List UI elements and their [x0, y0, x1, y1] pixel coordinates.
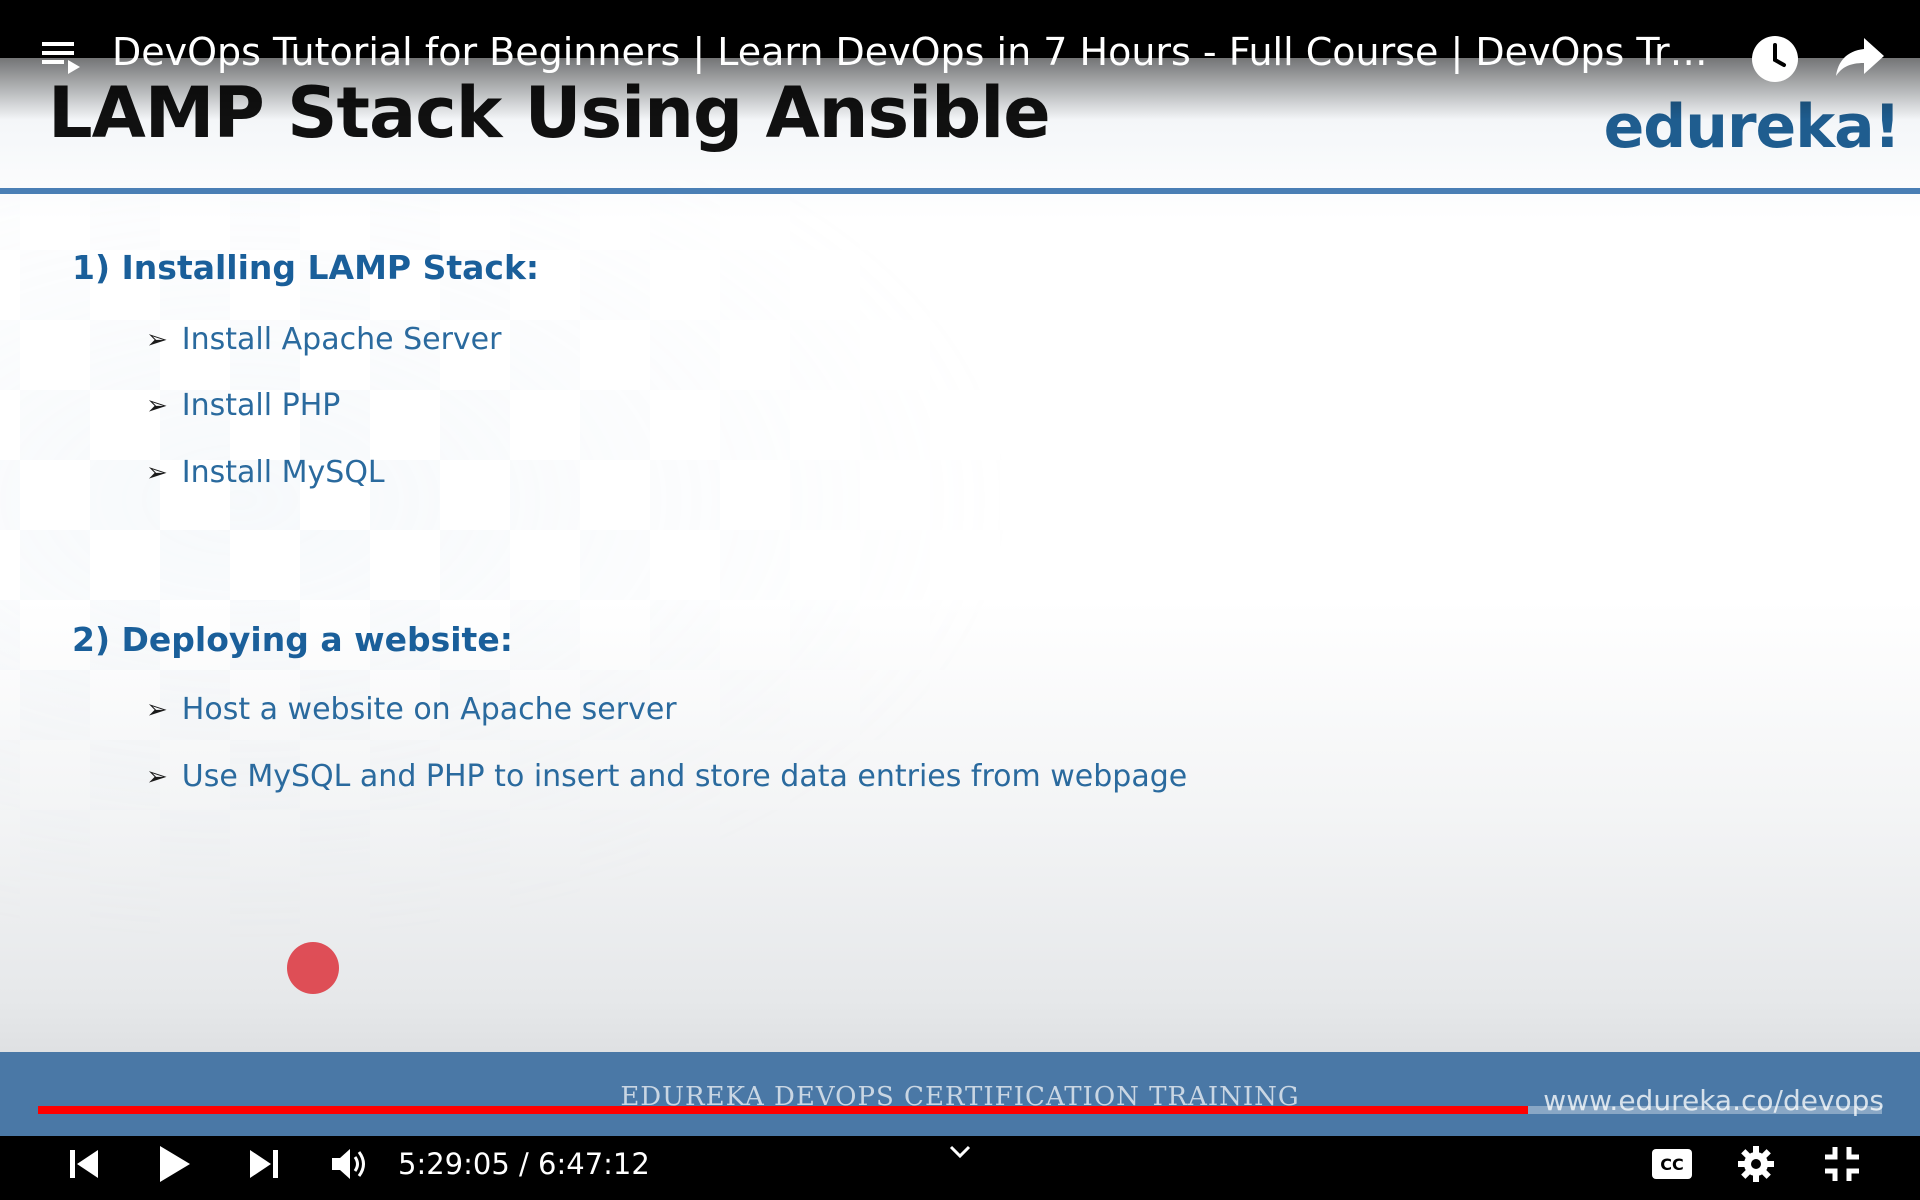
clock-icon[interactable] [1750, 34, 1800, 84]
progress-bar[interactable] [38, 1106, 1882, 1114]
bullet-text: Host a website on Apache server [181, 692, 677, 727]
bullet-item: ➢ Host a website on Apache server [146, 692, 677, 727]
playlist-icon[interactable] [40, 38, 84, 78]
bullet-item: ➢ Install MySQL [146, 455, 385, 490]
video-title[interactable]: DevOps Tutorial for Beginners | Learn De… [112, 30, 1722, 74]
bullet-text: Use MySQL and PHP to insert and store da… [181, 759, 1188, 794]
skip-next-icon[interactable] [240, 1140, 288, 1188]
bullet-item: ➢ Use MySQL and PHP to insert and store … [146, 759, 1187, 794]
duration: 6:47:12 [538, 1147, 650, 1181]
captions-label: CC [1660, 1154, 1684, 1174]
time-separator: / [509, 1147, 539, 1181]
bullet-item: ➢ Install PHP [146, 388, 340, 423]
bullet-item: ➢ Install Apache Server [146, 322, 501, 357]
section-heading-deploying: 2) Deploying a website: [72, 620, 513, 659]
bullet-text: Install MySQL [181, 455, 385, 490]
gear-icon[interactable] [1732, 1140, 1780, 1188]
pointer-highlight [287, 942, 339, 994]
chevron-down-icon[interactable] [940, 1134, 980, 1170]
bullet-text: Install Apache Server [181, 322, 502, 357]
volume-icon[interactable] [324, 1140, 376, 1188]
slide-divider [0, 188, 1920, 194]
play-icon[interactable] [150, 1140, 198, 1188]
bullet-text: Install PHP [181, 388, 341, 423]
captions-icon[interactable]: CC [1648, 1140, 1696, 1188]
bullet-arrow-icon: ➢ [146, 761, 168, 792]
skip-previous-icon[interactable] [60, 1140, 108, 1188]
current-time: 5:29:05 [398, 1147, 510, 1181]
progress-played [38, 1106, 1528, 1114]
section-heading-installing: 1) Installing LAMP Stack: [72, 248, 540, 287]
video-frame[interactable]: LAMP Stack Using Ansible edureka! 1) Ins… [0, 0, 1920, 1136]
exit-fullscreen-icon[interactable] [1818, 1140, 1866, 1188]
share-icon[interactable] [1834, 34, 1886, 80]
bullet-arrow-icon: ➢ [146, 390, 168, 421]
time-display: 5:29:05 / 6:47:12 [398, 1140, 650, 1188]
slide-background-pattern [0, 180, 1080, 980]
bullet-arrow-icon: ➢ [146, 457, 168, 488]
video-player[interactable]: LAMP Stack Using Ansible edureka! 1) Ins… [0, 0, 1920, 1200]
bullet-arrow-icon: ➢ [146, 694, 168, 725]
bullet-arrow-icon: ➢ [146, 324, 168, 355]
